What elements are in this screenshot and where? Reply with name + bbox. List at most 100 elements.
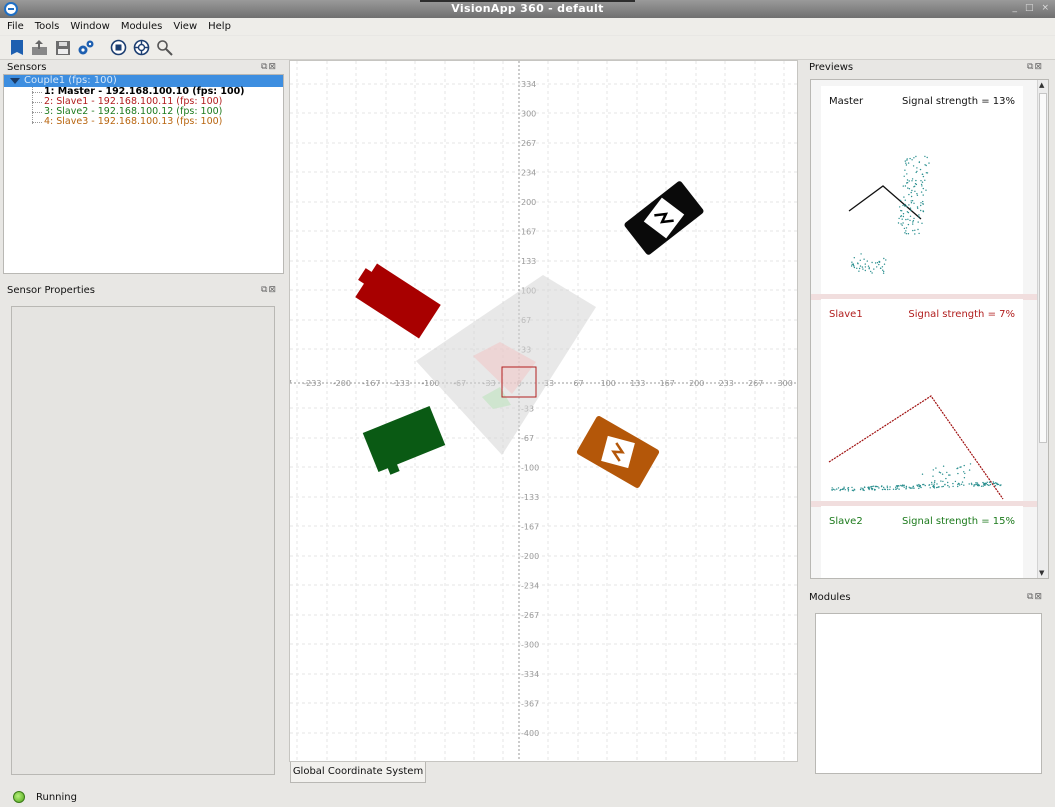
point-cloud-dot (898, 488, 900, 490)
point-cloud-dot (995, 482, 997, 484)
x-tick-label: 133 (630, 379, 645, 388)
point-cloud-dot (903, 196, 905, 198)
point-cloud-dot (883, 257, 885, 260)
point-cloud-dot (901, 224, 903, 226)
menu-bar: File Tools Window Modules View Help (0, 18, 1055, 35)
point-cloud-dot (862, 489, 864, 491)
y-tick-label: -100 (521, 464, 539, 473)
point-cloud-dot (905, 164, 908, 166)
status-text: Running (36, 791, 77, 803)
maximize-icon[interactable]: □ (1025, 3, 1034, 13)
point-cloud-dot (904, 160, 906, 162)
point-cloud-dot (934, 480, 936, 482)
point-cloud-dot (889, 486, 891, 488)
point-cloud-dot (908, 204, 910, 206)
point-cloud-dot (881, 488, 884, 491)
point-cloud-dot (989, 483, 992, 486)
point-cloud-dot (910, 200, 912, 202)
point-cloud-dot (886, 487, 889, 489)
menu-modules[interactable]: Modules (121, 21, 163, 32)
point-cloud-dot (922, 187, 924, 190)
scroll-thumb[interactable] (1039, 93, 1047, 443)
point-cloud-dot (971, 483, 973, 486)
point-cloud-dot (908, 180, 910, 182)
point-cloud-dot (868, 267, 870, 269)
close-icon[interactable]: ⊠ (268, 62, 277, 72)
point-cloud-dot (858, 267, 861, 270)
point-cloud-dot (940, 480, 942, 482)
point-cloud-dot (941, 486, 943, 488)
point-cloud-dot (881, 485, 883, 487)
target-icon[interactable] (132, 38, 151, 57)
export-icon[interactable] (30, 38, 49, 57)
point-cloud-dot (850, 265, 853, 267)
point-cloud-dot (931, 481, 933, 484)
point-cloud-dot (922, 200, 924, 203)
menu-help[interactable]: Help (208, 21, 231, 32)
point-cloud-dot (960, 483, 963, 485)
point-cloud-dot (911, 189, 913, 192)
point-cloud-dot (964, 472, 966, 475)
y-tick-label: -267 (521, 611, 539, 620)
previews-dock-buttons: ⧉⊠ (1027, 62, 1043, 72)
settings-gears-icon[interactable] (76, 38, 95, 57)
sensor-properties-buttons: ⧉⊠ (261, 285, 277, 295)
close-icon[interactable]: ⊠ (268, 285, 277, 295)
point-cloud-dot (913, 217, 915, 220)
point-cloud-dot (973, 484, 975, 486)
point-cloud-dot (860, 487, 862, 489)
point-cloud-dot (911, 180, 913, 182)
save-icon[interactable] (53, 38, 72, 57)
point-cloud-dot (959, 466, 961, 468)
scroll-up-icon[interactable]: ▲ (1039, 81, 1044, 89)
point-cloud-dot (947, 481, 949, 484)
point-cloud-dot (844, 489, 846, 491)
point-cloud-dot (847, 487, 849, 489)
preview-slave2: Slave2 Signal strength = 15% (821, 506, 1023, 578)
point-cloud-dot (913, 202, 915, 204)
x-tick-label: -133 (392, 379, 410, 388)
tab-global-coordinate-system[interactable]: Global Coordinate System (290, 762, 426, 783)
point-cloud-dot (896, 487, 899, 489)
point-cloud-dot (924, 155, 926, 158)
point-cloud-dot (957, 485, 959, 488)
point-cloud-dot (871, 488, 873, 491)
point-cloud-dot (904, 199, 906, 201)
point-cloud-dot (918, 483, 920, 486)
coordinate-canvas[interactable]: 3343002672342001671331006733-33-67-100-1… (290, 61, 798, 762)
point-cloud-dot (877, 486, 879, 488)
point-cloud-dot (968, 483, 970, 485)
y-tick-label: 167 (521, 228, 536, 237)
menu-window[interactable]: Window (70, 21, 109, 32)
point-cloud-dot (878, 263, 880, 266)
point-cloud-dot (905, 233, 908, 235)
point-cloud-dot (902, 204, 904, 207)
menu-tools[interactable]: Tools (35, 21, 60, 32)
point-cloud-dot (883, 270, 885, 273)
point-cloud-dot (933, 481, 936, 483)
menu-view[interactable]: View (173, 21, 197, 32)
menu-file[interactable]: File (7, 21, 24, 32)
close-icon[interactable]: × (1041, 3, 1049, 13)
minimize-icon[interactable]: _ (1012, 3, 1017, 13)
modules-panel (815, 613, 1042, 774)
new-icon[interactable] (7, 38, 26, 57)
close-icon[interactable]: ⊠ (1034, 592, 1043, 602)
point-cloud-dot (919, 486, 921, 488)
global-coordinate-view[interactable]: 3343002672342001671331006733-33-67-100-1… (289, 60, 798, 762)
point-cloud-dot (910, 191, 912, 194)
close-icon[interactable]: ⊠ (1034, 62, 1043, 72)
stop-icon[interactable] (109, 38, 128, 57)
search-icon[interactable] (155, 38, 174, 57)
point-cloud-dot (952, 485, 954, 488)
point-cloud-dot (881, 266, 884, 268)
point-cloud-dot (897, 222, 900, 224)
point-cloud-dot (902, 185, 904, 187)
previews-scrollbar[interactable]: ▲ ▼ (1037, 80, 1048, 578)
point-cloud-dot (864, 486, 866, 489)
point-cloud-dot (921, 222, 923, 224)
tree-item-slave3[interactable]: 4: Slave3 - 192.168.100.13 (fps: 100) (4, 117, 283, 127)
point-cloud-dot (914, 229, 916, 231)
scroll-down-icon[interactable]: ▼ (1039, 569, 1044, 577)
y-tick-label: 133 (521, 257, 536, 266)
